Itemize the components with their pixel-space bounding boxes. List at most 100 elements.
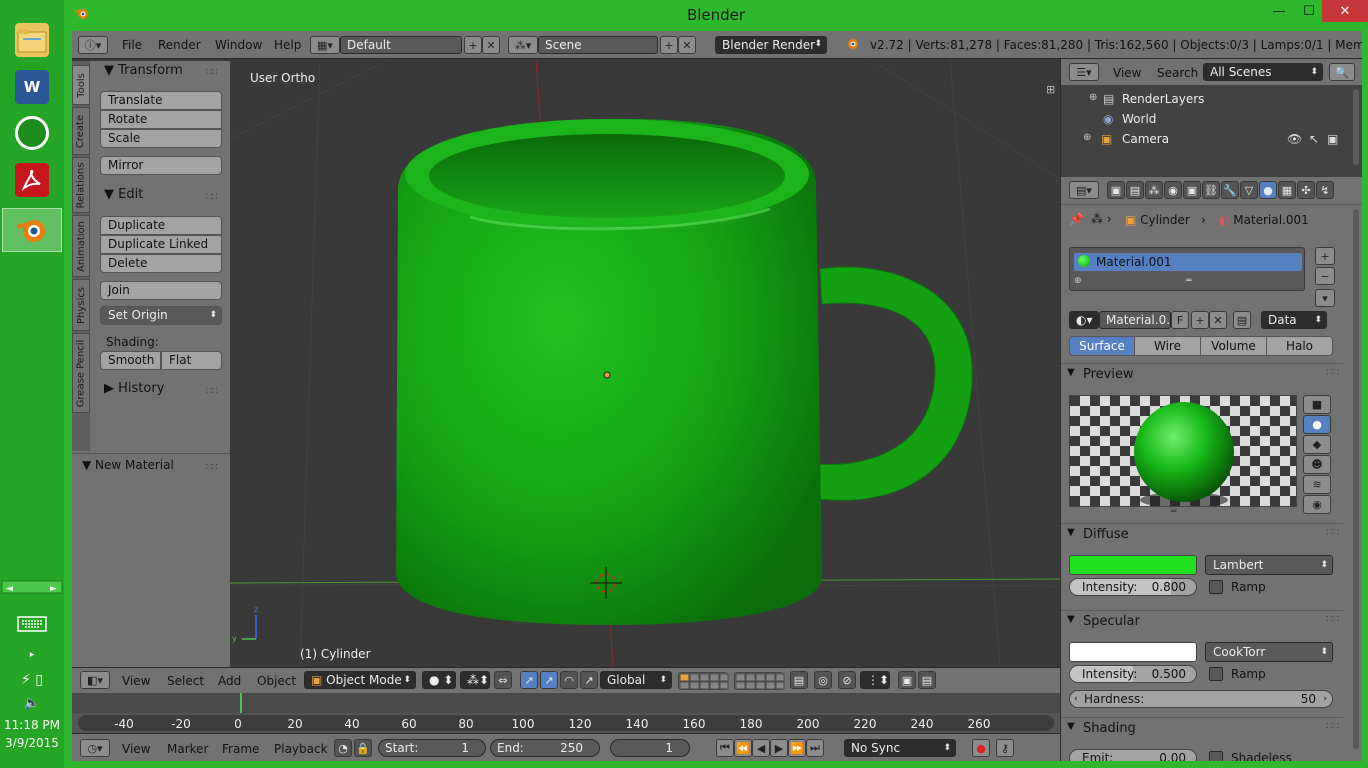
layers-group-a[interactable] — [678, 672, 729, 690]
flat-button[interactable]: Flat — [161, 351, 222, 370]
drag-grip-icon[interactable]: ∷∷ — [1326, 721, 1339, 732]
physics-tab-icon[interactable]: ↯ — [1316, 181, 1334, 199]
drag-grip-icon[interactable]: ∷∷ — [1326, 614, 1339, 625]
screen-layout-field[interactable]: Default — [340, 36, 462, 54]
diffuse-color-swatch[interactable] — [1069, 555, 1197, 575]
jump-key-back-icon[interactable]: ⏪ — [734, 739, 752, 757]
pivot-point-select[interactable]: ⁂⬍ — [460, 671, 490, 689]
editor-type-outliner-icon[interactable]: ☰▾ — [1069, 63, 1099, 81]
properties-scrollbar[interactable] — [1353, 209, 1359, 749]
render-camera-icon[interactable]: ▣ — [1327, 132, 1338, 146]
keying-icon[interactable]: ⚷ — [996, 739, 1014, 757]
specular-panel-header[interactable]: ▼ Specular ∷∷ — [1061, 610, 1343, 632]
render-animation-icon[interactable]: ▤ — [918, 671, 936, 689]
tab-halo[interactable]: Halo — [1266, 336, 1333, 356]
edit-panel-header[interactable]: ▼ Edit — [104, 187, 143, 202]
taskbar-file-explorer[interactable] — [2, 18, 62, 62]
play-icon[interactable]: ▶ — [770, 739, 788, 757]
breadcrumb-object[interactable]: ▣ Cylinder — [1125, 213, 1190, 227]
taskbar-scroll-arrows[interactable]: ◄ ► — [0, 580, 64, 594]
editor-type-info-icon[interactable]: ⓘ▾ — [78, 36, 108, 54]
data-tab-icon[interactable]: ▽ — [1240, 181, 1258, 199]
record-icon[interactable]: ● — [972, 739, 990, 757]
mirror-button[interactable]: Mirror — [100, 156, 222, 175]
tab-surface[interactable]: Surface — [1069, 336, 1135, 356]
outliner-menu-search[interactable]: Search — [1157, 66, 1198, 80]
clock[interactable]: 11:18 PM — [0, 718, 64, 732]
snap-toggle-icon[interactable]: ⊘ — [838, 671, 856, 689]
material-preview[interactable] — [1069, 395, 1297, 507]
menu-view-timeline[interactable]: View — [122, 742, 150, 756]
filter-icon[interactable]: ⊕ — [1074, 276, 1082, 286]
duplicate-button[interactable]: Duplicate — [100, 216, 222, 235]
taskbar-xbox[interactable] — [2, 111, 62, 155]
tab-animation[interactable]: Animation — [72, 215, 90, 277]
specular-shader-select[interactable]: CookTorr ⬍ — [1205, 642, 1333, 662]
material-slots-list[interactable]: Material.001 ═ ⊕ — [1069, 247, 1305, 291]
menu-object[interactable]: Object — [257, 674, 296, 688]
add-scene-icon[interactable]: + — [660, 36, 678, 54]
unlink-material-icon[interactable]: ✕ — [1209, 311, 1227, 329]
diffuse-intensity-slider[interactable]: Intensity: 0.800 — [1069, 578, 1197, 596]
duplicate-linked-button[interactable]: Duplicate Linked — [100, 235, 222, 254]
shading-panel-header[interactable]: ▼ Shading ∷∷ — [1061, 717, 1343, 739]
render-tab-icon[interactable]: ▣ — [1107, 181, 1125, 199]
snap-element-select[interactable]: ⋮⬍ — [860, 671, 890, 689]
current-frame-marker[interactable] — [240, 693, 242, 713]
close-button[interactable]: ✕ — [1322, 0, 1368, 22]
diffuse-ramp-checkbox[interactable] — [1209, 580, 1223, 594]
scene-tab-icon[interactable]: ⁂ — [1145, 181, 1163, 199]
slot-specials-icon[interactable]: ▾ — [1315, 289, 1335, 307]
link-select[interactable]: Data ⬍ — [1261, 311, 1327, 329]
interaction-mode-select[interactable]: ▣ Object Mode ⬍ — [304, 671, 416, 689]
preview-resize-grip-icon[interactable]: ═ — [1171, 507, 1176, 517]
expand-icon[interactable]: ⊕ — [1089, 92, 1097, 103]
manipulator-toggle-icon[interactable]: ⇔ — [494, 671, 512, 689]
scale-button[interactable]: Scale — [100, 129, 222, 148]
select-cursor-icon[interactable]: ↖ — [1309, 132, 1319, 146]
menu-marker[interactable]: Marker — [167, 742, 208, 756]
material-tab-icon[interactable]: ● — [1259, 181, 1277, 199]
delete-layout-icon[interactable]: ✕ — [482, 36, 500, 54]
outliner-row-world[interactable]: ◉ World — [1061, 109, 1362, 129]
emit-slider[interactable]: Emit: 0.00 — [1069, 749, 1197, 761]
hardness-slider[interactable]: ‹ Hardness: 50 › — [1069, 690, 1333, 708]
drag-grip-icon[interactable]: ∷∷ — [1326, 527, 1339, 538]
editor-type-properties-icon[interactable]: ▤▾ — [1069, 181, 1099, 199]
outliner-scrollbar[interactable] — [1353, 89, 1359, 165]
expand-icon[interactable]: ⊕ — [1083, 132, 1091, 143]
join-button[interactable]: Join — [100, 281, 222, 300]
translate-button[interactable]: Translate — [100, 91, 222, 110]
visibility-eye-icon[interactable]: 👁 — [1287, 132, 1302, 146]
tab-physics[interactable]: Physics — [72, 279, 90, 331]
diffuse-panel-header[interactable]: ▼ Diffuse ∷∷ — [1061, 523, 1343, 545]
browse-material-icon[interactable]: ◐▾ — [1069, 311, 1099, 329]
layers-group-b[interactable] — [734, 672, 785, 690]
preview-sky-icon[interactable]: ◉ — [1303, 495, 1331, 514]
preview-sphere-icon[interactable]: ● — [1303, 415, 1331, 434]
outliner-display-select[interactable]: All Scenes ⬍ — [1203, 63, 1323, 81]
tab-volume[interactable]: Volume — [1200, 336, 1267, 356]
outliner-row-renderlayers[interactable]: ⊕ ▤ RenderLayers — [1061, 89, 1362, 109]
current-frame-field[interactable]: 1 — [610, 739, 690, 757]
scene-field[interactable]: Scene — [538, 36, 658, 54]
outliner-row-camera[interactable]: ⊕ ▣ Camera 👁 ↖ ▣ — [1061, 129, 1362, 149]
render-layers-tab-icon[interactable]: ▤ — [1126, 181, 1144, 199]
timeline[interactable]: -40 -20 0 20 40 60 80 100 120 140 160 180 200 220 240 2… — [72, 693, 1060, 733]
drag-grip-icon[interactable]: ∷∷ — [1326, 367, 1339, 378]
transform-panel-header[interactable]: ▼ Transform — [104, 63, 183, 78]
set-origin-select[interactable]: Set Origin ⬍ — [100, 306, 222, 325]
pin-icon[interactable]: 📌 — [1069, 212, 1084, 226]
rotate-manipulator-icon[interactable]: ◠ — [560, 671, 578, 689]
fake-user-button[interactable]: F — [1171, 311, 1189, 329]
increment-arrow-icon[interactable]: › — [1323, 691, 1327, 707]
material-slot-row[interactable]: Material.001 — [1074, 253, 1302, 271]
volume-icon[interactable]: 🔈 — [0, 696, 64, 711]
scene-icon[interactable]: ⁂▾ — [508, 36, 538, 54]
keyboard-icon[interactable] — [0, 614, 64, 637]
render-opengl-icon[interactable]: ▣ — [898, 671, 916, 689]
material-name-field[interactable]: Material.0... — [1099, 311, 1171, 329]
keyframe-strip[interactable] — [72, 693, 1060, 713]
tab-wire[interactable]: Wire — [1134, 336, 1201, 356]
3d-viewport[interactable]: z y ⊞ User Ortho (1) Cylinder — [230, 59, 1060, 667]
